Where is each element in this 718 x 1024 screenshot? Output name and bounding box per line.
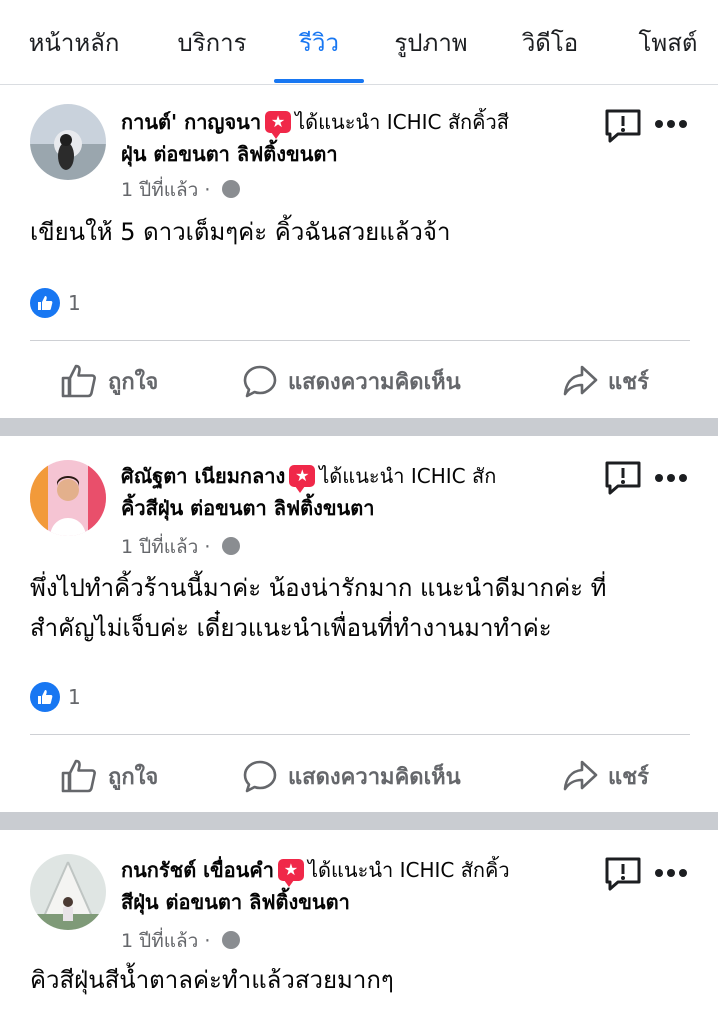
page-name[interactable]: ฝุ่น ต่อขนตา ลิฟติ้งขนตา: [121, 142, 338, 166]
review-text: คิวสีฝุ่นสีน้ำตาลค่ะทำแล้วสวยมากๆ: [30, 966, 394, 994]
active-tab-indicator: [274, 79, 364, 83]
globe-icon: [222, 180, 241, 198]
tab-home[interactable]: หน้าหลัก: [18, 0, 130, 85]
review-meta: 1 ปีที่แล้ว ·: [121, 175, 241, 205]
review-post: ศิณัฐตา เนียมกลาง ★ ได้แนะนำ ICHIC สัก คิ้…: [0, 436, 718, 812]
review-time[interactable]: 1 ปีที่แล้ว: [121, 536, 198, 558]
recommend-text: ได้แนะนำ ICHIC สักคิ้ว: [307, 858, 510, 882]
like-thumb-icon: [30, 288, 60, 318]
author-name[interactable]: กนกรัชต์ เขื่อนคำ: [121, 858, 274, 882]
globe-icon: [222, 931, 241, 949]
meta-dot: ·: [204, 930, 211, 952]
divider: [30, 340, 690, 341]
like-thumb-icon: [30, 682, 60, 712]
like-label: ถูกใจ: [108, 764, 159, 790]
recommend-star-icon: ★: [265, 111, 292, 139]
recommend-text: ได้แนะนำ ICHIC สักคิ้วสี: [295, 110, 509, 134]
report-icon[interactable]: [604, 460, 642, 496]
comment-button[interactable]: แสดงความคิดเห็น: [242, 756, 461, 796]
recommend-text: ได้แนะนำ ICHIC สัก: [319, 464, 497, 488]
divider: [30, 734, 690, 735]
tab-posts[interactable]: โพสต์: [620, 0, 716, 85]
review-author-headline: กานต์' กาญจนา ★ ได้แนะนำ ICHIC สักคิ้วสี ฝ…: [121, 106, 591, 170]
tab-services[interactable]: บริการ: [160, 0, 264, 85]
comment-bubble-icon: [243, 760, 277, 793]
like-button[interactable]: ถูกใจ: [60, 361, 158, 401]
author-name[interactable]: กานต์' กาญจนา: [121, 110, 261, 134]
review-time[interactable]: 1 ปีที่แล้ว: [121, 930, 198, 952]
page-name[interactable]: คิ้วสีฝุ่น ต่อขนตา ลิฟติ้งขนตา: [121, 496, 374, 520]
like-label: ถูกใจ: [108, 369, 159, 395]
avatar[interactable]: [30, 460, 106, 536]
reaction-summary[interactable]: 1: [30, 682, 81, 712]
more-dots-icon[interactable]: [654, 868, 688, 878]
review-post: กานต์' กาญจนา ★ ได้แนะนำ ICHIC สักคิ้วสี ฝ…: [0, 86, 718, 416]
like-thumb-icon: [61, 364, 96, 398]
meta-dot: ·: [204, 179, 211, 201]
report-icon[interactable]: [604, 108, 642, 144]
recommend-star-icon: ★: [289, 465, 316, 493]
page-tab-bar: หน้าหลัก บริการ รีวิว รูปภาพ วิดีโอ โพสต…: [0, 0, 718, 85]
report-icon[interactable]: [604, 856, 642, 892]
page-name[interactable]: สีฝุ่น ต่อขนตา ลิฟติ้งขนตา: [121, 890, 350, 914]
avatar[interactable]: [30, 854, 106, 930]
review-meta: 1 ปีที่แล้ว ·: [121, 532, 241, 562]
reaction-summary[interactable]: 1: [30, 288, 81, 318]
review-time[interactable]: 1 ปีที่แล้ว: [121, 179, 198, 201]
comment-button[interactable]: แสดงความคิดเห็น: [242, 361, 461, 401]
tab-photos[interactable]: รูปภาพ: [378, 0, 484, 85]
like-count: 1: [68, 291, 81, 315]
post-separator: [0, 812, 718, 830]
globe-icon: [222, 537, 241, 555]
recommend-star-icon: ★: [277, 859, 304, 887]
tab-videos[interactable]: วิดีโอ: [506, 0, 594, 85]
post-separator: [0, 418, 718, 436]
meta-dot: ·: [204, 536, 211, 558]
share-arrow-icon: [563, 365, 598, 396]
more-dots-icon[interactable]: [654, 119, 688, 129]
review-meta: 1 ปีที่แล้ว ·: [121, 926, 241, 956]
share-arrow-icon: [563, 760, 598, 791]
review-post: กนกรัชต์ เขื่อนคำ ★ ได้แนะนำ ICHIC สักคิ้ว…: [0, 830, 718, 1024]
more-dots-icon[interactable]: [654, 473, 688, 483]
share-button[interactable]: แชร์: [562, 756, 649, 796]
like-button[interactable]: ถูกใจ: [60, 756, 158, 796]
like-thumb-icon: [61, 759, 96, 793]
tab-reviews[interactable]: รีวิว: [274, 0, 364, 85]
avatar[interactable]: [30, 104, 106, 180]
author-name[interactable]: ศิณัฐตา เนียมกลาง: [121, 464, 285, 488]
comment-bubble-icon: [243, 365, 277, 398]
comment-label: แสดงความคิดเห็น: [288, 369, 461, 395]
share-button[interactable]: แชร์: [562, 361, 649, 401]
review-author-headline: กนกรัชต์ เขื่อนคำ ★ ได้แนะนำ ICHIC สักคิ้ว…: [121, 854, 591, 918]
review-text: พึ่งไปทำคิ้วร้านนี้มาค่ะ น้องน่ารักมาก แ…: [30, 574, 607, 642]
like-count: 1: [68, 685, 81, 709]
review-author-headline: ศิณัฐตา เนียมกลาง ★ ได้แนะนำ ICHIC สัก คิ้…: [121, 460, 591, 524]
comment-label: แสดงความคิดเห็น: [288, 764, 461, 790]
review-text: เขียนให้ 5 ดาวเต็มๆค่ะ คิ้วฉันสวยแล้วจ้า: [30, 218, 451, 246]
share-label: แชร์: [608, 369, 649, 395]
share-label: แชร์: [608, 764, 649, 790]
